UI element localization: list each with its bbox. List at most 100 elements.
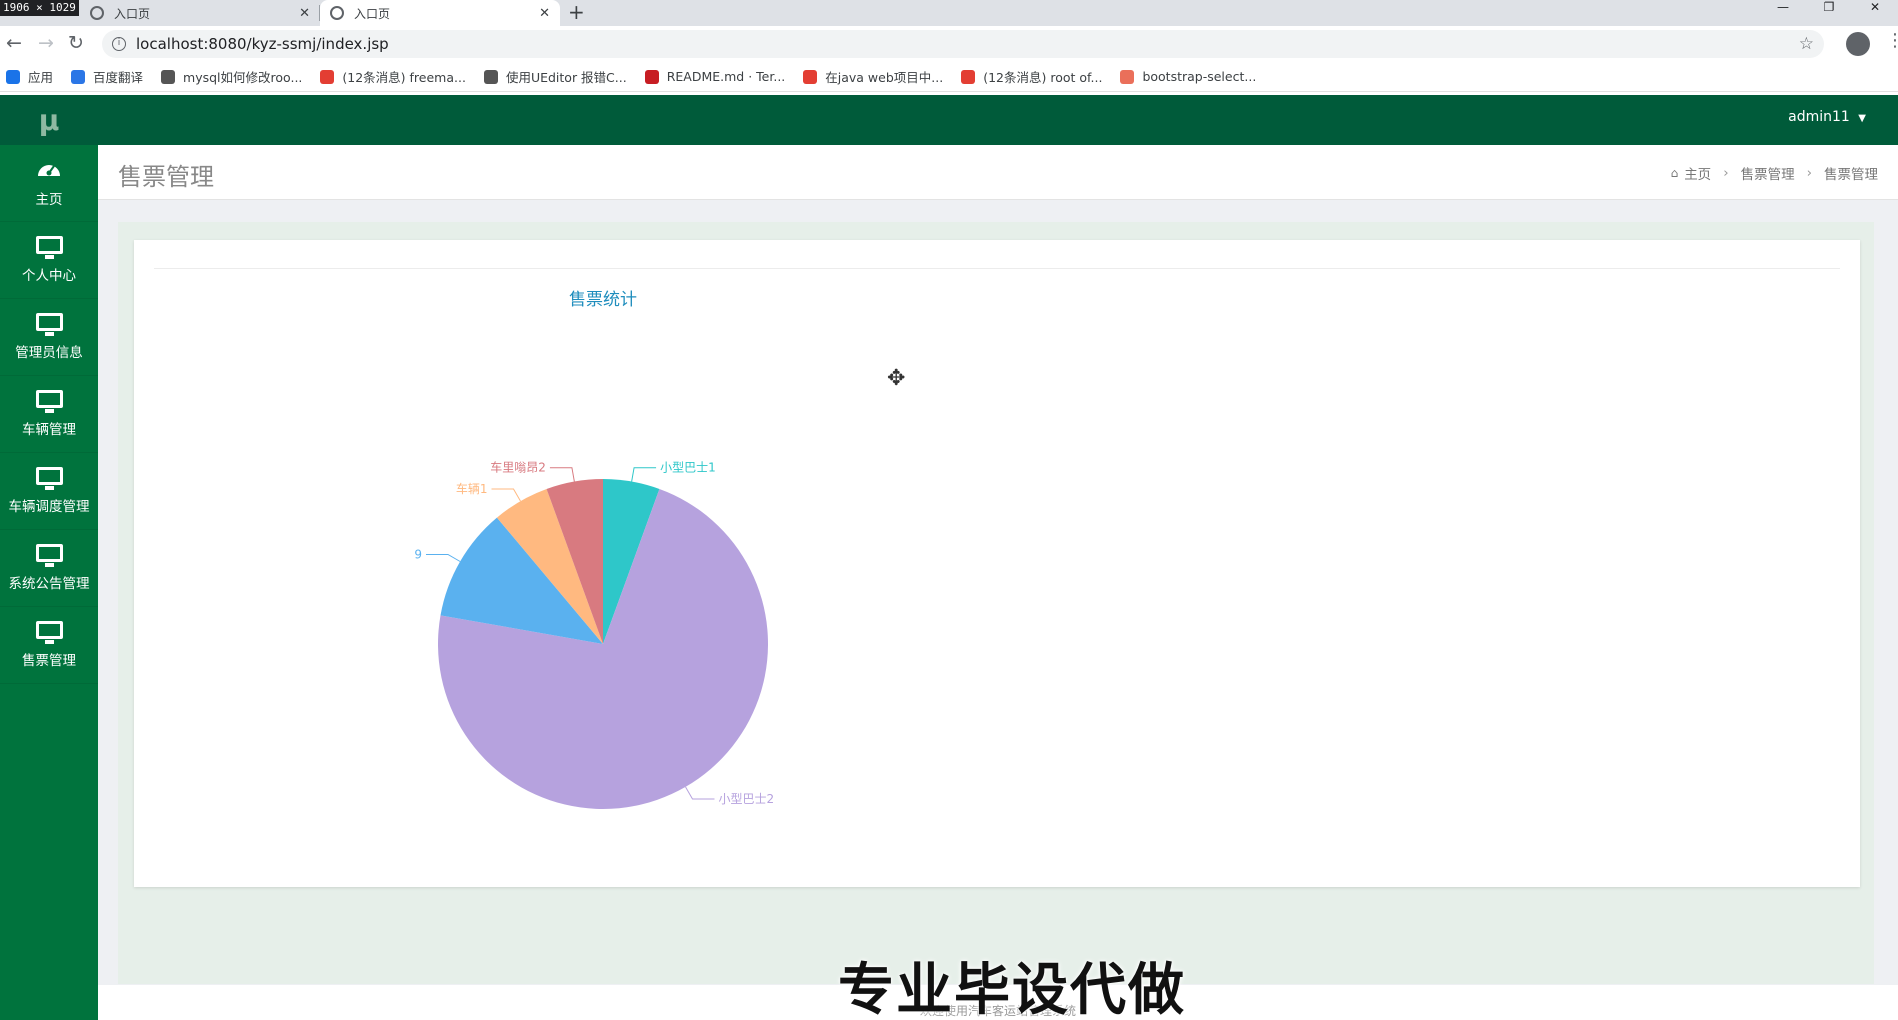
pie-slice-label: 车里嗡昂2 xyxy=(490,460,546,475)
url-text: localhost:8080/kyz-ssmj/index.jsp xyxy=(136,35,389,53)
close-icon[interactable]: ✕ xyxy=(539,6,550,21)
pie-slice-label: 9 xyxy=(414,548,422,562)
sidebar-item-label: 个人中心 xyxy=(22,268,76,284)
bookmarks-bar: 应用 百度翻译 mysql如何修改roo... (12条消息) freema... 使用… xyxy=(0,62,1898,92)
pie-label-line xyxy=(685,786,715,800)
bookmark-item[interactable]: 使用UEditor 报错C... xyxy=(483,67,627,86)
chevron-right-icon: › xyxy=(1806,165,1812,181)
sidebar-item[interactable]: 车辆调度管理 xyxy=(0,453,98,530)
bookmark-label: 应用 xyxy=(28,70,54,85)
profile-icon[interactable] xyxy=(1846,32,1870,56)
csdn-icon xyxy=(803,69,818,84)
monitor-icon xyxy=(35,544,63,567)
sidebar-item-label: 车辆管理 xyxy=(22,422,76,438)
dashboard-icon xyxy=(38,165,60,176)
monitor-icon xyxy=(35,236,63,259)
sidebar-item-label: 管理员信息 xyxy=(15,345,83,361)
tab-title: 入口页 xyxy=(354,6,391,21)
username: admin11 xyxy=(1788,109,1850,125)
minimize-icon[interactable]: — xyxy=(1760,0,1806,26)
bookmark-label: (12条消息) root of... xyxy=(983,70,1103,85)
home-icon: ⌂ xyxy=(1670,166,1679,180)
bookmark-item[interactable]: README.md · Ter... xyxy=(644,69,785,84)
reload-icon[interactable]: ↻ xyxy=(68,32,84,54)
info-icon[interactable]: i xyxy=(112,37,126,51)
sidebar-item[interactable]: 系统公告管理 xyxy=(0,530,98,607)
baidu-translate-icon xyxy=(71,69,86,84)
gitee-icon xyxy=(644,69,659,84)
new-tab-icon[interactable]: + xyxy=(568,1,585,23)
bookmark-item[interactable]: mysql如何修改roo... xyxy=(161,67,302,86)
chart-panel: 售票统计 小型巴士1 小型巴士2 9 车辆1 车里嗡昂2 xyxy=(134,240,1860,887)
breadcrumb-current: 售票管理 xyxy=(1824,167,1878,183)
jianshu-icon xyxy=(1120,69,1135,84)
close-icon[interactable]: ✕ xyxy=(299,6,310,21)
chevron-right-icon: › xyxy=(1723,165,1729,181)
user-menu[interactable]: admin11 ▼ xyxy=(1788,109,1866,125)
page-header: 售票管理 ⌂ 主页 › 售票管理 › 售票管理 xyxy=(98,145,1898,200)
bookmark-icon xyxy=(483,69,498,84)
caret-down-icon: ▼ xyxy=(1858,113,1866,124)
dimensions-badge: 1906 × 1029 xyxy=(0,0,79,16)
sidebar: μ 主页个人中心管理员信息车辆管理车辆调度管理 系统公告管理 售票管理 xyxy=(0,95,98,1020)
more-menu-icon[interactable]: ⋮ xyxy=(1886,30,1898,51)
close-window-icon[interactable]: ✕ xyxy=(1852,0,1898,26)
bookmark-label: 在java web项目中... xyxy=(825,70,944,85)
window-controls: — ❐ ✕ xyxy=(1760,0,1898,26)
bookmark-label: 使用UEditor 报错C... xyxy=(505,70,627,85)
browser-tab-active[interactable]: 入口页 ✕ xyxy=(320,0,560,26)
sidebar-item[interactable]: 个人中心 xyxy=(0,222,98,299)
back-icon[interactable]: ← xyxy=(6,32,22,54)
url-field[interactable]: i localhost:8080/kyz-ssmj/index.jsp ☆ xyxy=(102,30,1824,58)
sidebar-item-label: 系统公告管理 xyxy=(8,576,90,592)
monitor-icon xyxy=(35,313,63,336)
pie-label-line xyxy=(425,554,461,562)
sidebar-item[interactable]: 主页 xyxy=(0,145,98,222)
globe-icon xyxy=(330,6,344,20)
bookmark-item[interactable]: bootstrap-select... xyxy=(1120,69,1256,84)
sidebar-item-label: 主页 xyxy=(35,192,63,208)
browser-tab[interactable]: 入口页 ✕ xyxy=(80,0,320,26)
watermark-text: 专业毕设代做 xyxy=(838,958,1186,1020)
tab-title: 入口页 xyxy=(114,6,151,21)
top-navbar: admin11 ▼ xyxy=(98,95,1898,145)
bookmark-item[interactable]: 应用 xyxy=(6,67,53,86)
breadcrumb-home[interactable]: 主页 xyxy=(1684,163,1711,183)
sidebar-item[interactable]: 管理员信息 xyxy=(0,299,98,376)
pie-slice-label: 小型巴士2 xyxy=(719,792,775,806)
monitor-icon xyxy=(35,621,63,644)
pie-label-line xyxy=(491,488,521,502)
csdn-icon xyxy=(961,69,976,84)
bookmark-label: 百度翻译 xyxy=(93,70,144,85)
forward-icon[interactable]: → xyxy=(38,32,54,54)
sidebar-item[interactable]: 售票管理 xyxy=(0,607,98,684)
bookmark-label: mysql如何修改roo... xyxy=(183,70,303,85)
pie-label-line xyxy=(549,467,575,482)
monitor-icon xyxy=(35,390,63,413)
monitor-icon xyxy=(35,467,63,490)
star-icon[interactable]: ☆ xyxy=(1799,34,1814,54)
address-bar: ← → ↻ i localhost:8080/kyz-ssmj/index.js… xyxy=(0,26,1898,62)
bookmark-icon xyxy=(161,69,176,84)
pie-slice-label: 车辆1 xyxy=(456,481,488,496)
pie-label-line xyxy=(631,467,657,482)
restore-icon[interactable]: ❐ xyxy=(1806,0,1852,26)
sidebar-item-label: 车辆调度管理 xyxy=(8,499,90,515)
bookmark-label: bootstrap-select... xyxy=(1142,69,1257,84)
sidebar-item-label: 售票管理 xyxy=(22,653,76,669)
breadcrumb-item[interactable]: 售票管理 xyxy=(1741,163,1795,183)
bookmark-item[interactable]: 在java web项目中... xyxy=(803,67,943,86)
sidebar-item[interactable]: 车辆管理 xyxy=(0,376,98,453)
apps-grid-icon xyxy=(6,69,20,84)
bookmark-label: (12条消息) freema... xyxy=(342,70,466,85)
bookmark-item[interactable]: 百度翻译 xyxy=(71,67,143,86)
browser-tab-bar: 入口页 ✕ 入口页 ✕ + — ❐ ✕ 1906 × 1029 xyxy=(0,0,1898,26)
bookmark-item[interactable]: (12条消息) root of... xyxy=(961,67,1102,86)
breadcrumb: ⌂ 主页 › 售票管理 › 售票管理 xyxy=(1671,163,1878,183)
logo: μ xyxy=(0,95,98,145)
page-title: 售票管理 xyxy=(118,163,214,191)
pie-slice-label: 小型巴士1 xyxy=(660,461,716,475)
move-cursor-icon: ✥ xyxy=(887,366,906,391)
bookmark-item[interactable]: (12条消息) freema... xyxy=(320,67,466,86)
pie-chart: 小型巴士1 小型巴士2 9 车辆1车里嗡昂2 xyxy=(414,460,775,810)
